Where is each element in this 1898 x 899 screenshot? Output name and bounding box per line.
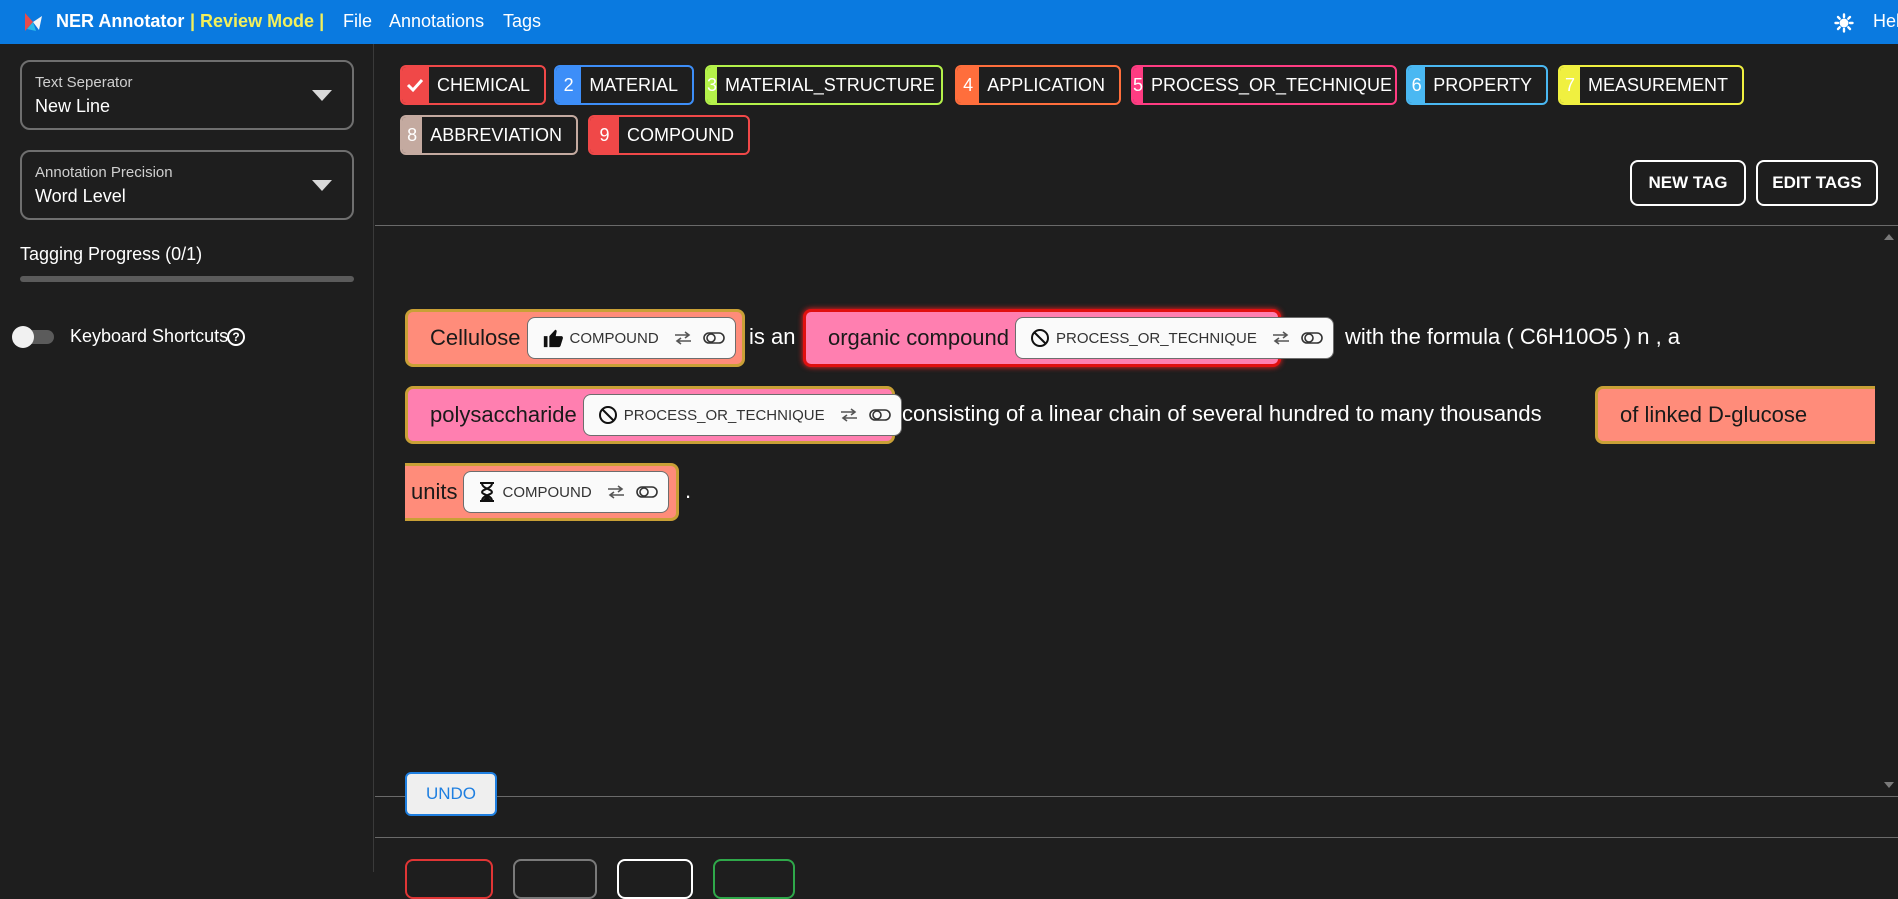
review-mode-label: | Review Mode | — [190, 11, 325, 31]
reject-button[interactable] — [405, 859, 493, 899]
tag-abbreviation[interactable]: 8 ABBREVIATION — [400, 115, 578, 155]
tag-key: 4 — [957, 67, 980, 103]
edit-tags-button[interactable]: EDIT TAGS — [1756, 160, 1878, 206]
accept-button[interactable] — [713, 859, 795, 899]
text-token: . — [685, 478, 692, 503]
top-bar: NER Annotator | Review Mode | File Annot… — [0, 0, 1898, 44]
block-icon — [598, 406, 617, 424]
tag-key: 8 — [402, 117, 423, 153]
text-separator-value: New Line — [35, 96, 111, 116]
tag-label: MEASUREMENT — [1587, 74, 1728, 95]
new-tag-button[interactable]: NEW TAG — [1630, 160, 1746, 206]
tag-application[interactable]: 4 APPLICATION — [955, 65, 1121, 105]
annotation-cellulose[interactable]: Cellulose COMPOUND — [405, 309, 745, 367]
annotation-units[interactable]: units COMPOUND — [405, 463, 679, 521]
tag-chemical[interactable]: CHEMICAL — [400, 65, 546, 105]
swap-icon[interactable] — [606, 485, 626, 499]
tag-key: 7 — [1560, 67, 1580, 103]
tag-label: COMPOUND — [627, 124, 734, 145]
divider — [375, 837, 1898, 838]
app-logo-icon — [25, 13, 42, 31]
annotation-tag-name: PROCESS_OR_TECHNIQUE — [623, 406, 825, 424]
block-icon — [1031, 329, 1050, 347]
check-icon — [402, 67, 429, 103]
toggle-icon[interactable] — [635, 485, 658, 499]
annotation-text: Cellulose — [430, 325, 521, 350]
annotation-precision-select[interactable]: Annotation Precision Word Level — [20, 150, 354, 220]
annotation-precision-label: Annotation Precision — [35, 164, 173, 181]
annotation-precision-value: Word Level — [35, 186, 126, 206]
thumbs-up-icon — [543, 329, 563, 348]
annotation-text: of linked D-glucose — [1620, 402, 1808, 427]
tag-key: 2 — [556, 67, 582, 103]
annotation-text: units — [411, 479, 458, 504]
annotation-tag-name: COMPOUND — [502, 483, 592, 501]
annotation-text: organic compound — [828, 325, 1010, 350]
toggle-knob — [12, 326, 34, 348]
annotation-tag-pill[interactable]: COMPOUND — [463, 471, 669, 513]
tag-label: PROCESS_OR_TECHNIQUE — [1151, 74, 1393, 95]
tag-key: 3 — [707, 67, 718, 103]
tag-label: PROPERTY — [1433, 74, 1532, 95]
scroll-up-arrow-icon[interactable] — [1884, 234, 1894, 240]
annotation-polysaccharide[interactable]: polysaccharide PROCESS_OR_TECHNIQUE — [405, 386, 902, 444]
sidebar: Text Seperator New Line Annotation Preci… — [0, 44, 374, 872]
text-separator-select[interactable]: Text Seperator New Line — [20, 60, 354, 130]
text-token: with the formula ( C6H10O5 ) n , a — [1345, 324, 1681, 349]
annotation-tag-pill[interactable]: PROCESS_OR_TECHNIQUE — [1015, 317, 1334, 359]
menu-tags[interactable]: Tags — [503, 11, 541, 32]
swap-icon[interactable] — [673, 331, 693, 345]
tag-label: CHEMICAL — [436, 74, 530, 95]
text-scrollbar[interactable] — [1878, 226, 1898, 796]
scroll-down-arrow-icon[interactable] — [1884, 782, 1894, 788]
annotation-text: polysaccharide — [430, 402, 577, 427]
help-circle-icon[interactable]: ? — [227, 328, 245, 346]
tag-key: 6 — [1408, 67, 1426, 103]
tag-measurement[interactable]: 7 MEASUREMENT — [1558, 65, 1744, 105]
tagging-progress-bar — [20, 276, 354, 282]
toggle-icon[interactable] — [868, 408, 891, 422]
swap-icon[interactable] — [839, 408, 859, 422]
tag-material-structure[interactable]: 3 MATERIAL_STRUCTURE — [705, 65, 943, 105]
menu-annotations[interactable]: Annotations — [389, 11, 484, 32]
annotation-tag-name: PROCESS_OR_TECHNIQUE — [1056, 329, 1257, 347]
text-separator-label: Text Seperator — [35, 74, 133, 91]
tag-label: APPLICATION — [987, 74, 1105, 95]
tag-label: MATERIAL_STRUCTURE — [725, 74, 935, 95]
hourglass-icon — [480, 482, 495, 502]
annotation-tag-pill[interactable]: COMPOUND — [526, 317, 736, 359]
tag-key: 9 — [590, 117, 619, 153]
chevron-down-icon — [312, 180, 332, 191]
tag-label: MATERIAL — [589, 74, 678, 95]
chevron-down-icon — [312, 90, 332, 101]
tagging-progress-label: Tagging Progress (0/1) — [20, 244, 203, 264]
keyboard-shortcuts-toggle[interactable] — [12, 326, 56, 348]
tag-process-or-technique[interactable]: 5 PROCESS_OR_TECHNIQUE — [1131, 65, 1397, 105]
toggle-icon[interactable] — [702, 331, 725, 345]
save-button[interactable] — [617, 859, 693, 899]
annotation-tag-pill[interactable]: PROCESS_OR_TECHNIQUE — [582, 394, 902, 436]
skip-button[interactable] — [513, 859, 597, 899]
divider — [375, 796, 1898, 797]
tag-material[interactable]: 2 MATERIAL — [554, 65, 694, 105]
annotation-text-area[interactable]: Cellulose COMPOUND is an organic compoun… — [375, 226, 1875, 796]
undo-button[interactable]: UNDO — [405, 772, 497, 816]
help-menu[interactable]: Help — [1873, 11, 1898, 32]
toggle-icon[interactable] — [1301, 331, 1323, 345]
keyboard-shortcuts-label: Keyboard Shortcuts — [70, 326, 229, 346]
swap-icon[interactable] — [1271, 331, 1291, 345]
annotation-linked-d-glucose[interactable]: of linked D-glucose — [1595, 386, 1875, 444]
tag-property[interactable]: 6 PROPERTY — [1406, 65, 1548, 105]
text-token: is an — [749, 324, 796, 349]
main-panel: CHEMICAL 2 MATERIAL 3 MATERIAL_STRUCTURE… — [375, 44, 1898, 899]
tag-label: ABBREVIATION — [430, 124, 562, 145]
tag-key: 5 — [1133, 67, 1144, 103]
annotation-organic-compound[interactable]: organic compound PROCESS_OR_TECHNIQUE — [803, 309, 1334, 367]
text-token: consisting of a linear chain of several … — [902, 401, 1542, 426]
annotation-tag-name: COMPOUND — [569, 329, 659, 347]
theme-toggle-icon[interactable] — [1834, 13, 1854, 33]
tag-compound[interactable]: 9 COMPOUND — [588, 115, 750, 155]
menu-file[interactable]: File — [343, 11, 372, 32]
app-title: NER Annotator — [56, 11, 185, 31]
